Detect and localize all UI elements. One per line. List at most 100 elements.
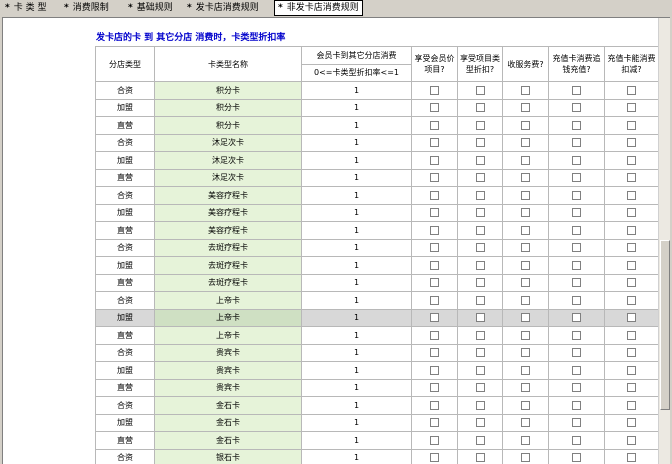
service-fee-checkbox-cell[interactable] <box>502 81 549 100</box>
recharge-deduct-checkbox[interactable] <box>627 155 636 165</box>
tab-consumption-limit[interactable]: * 消费限制 <box>61 1 112 15</box>
member-price-checkbox-cell[interactable] <box>411 98 458 117</box>
service-fee-checkbox-cell[interactable] <box>502 413 549 432</box>
card-name-cell[interactable]: 积分卡 <box>154 116 302 135</box>
member-price-checkbox[interactable] <box>430 260 439 270</box>
recharge-deduct-checkbox-cell[interactable] <box>604 203 659 222</box>
member-price-checkbox[interactable] <box>430 103 439 113</box>
member-price-checkbox[interactable] <box>430 400 439 410</box>
table-row[interactable]: 直营 去斑疗程卡 1 <box>95 273 659 292</box>
service-fee-checkbox[interactable] <box>521 190 530 200</box>
recharge-deduct-checkbox-cell[interactable] <box>604 168 659 187</box>
service-fee-checkbox-cell[interactable] <box>502 221 549 240</box>
service-fee-checkbox[interactable] <box>521 330 530 340</box>
item-discount-checkbox[interactable] <box>475 225 485 235</box>
item-discount-checkbox[interactable] <box>475 313 485 323</box>
service-fee-checkbox[interactable] <box>521 243 530 253</box>
recharge-track-checkbox[interactable] <box>572 155 581 165</box>
item-discount-checkbox-cell[interactable] <box>457 186 503 205</box>
discount-rate-cell[interactable]: 1 <box>301 361 412 380</box>
service-fee-checkbox[interactable] <box>521 155 530 165</box>
service-fee-checkbox[interactable] <box>521 85 530 95</box>
header-member-price[interactable]: 享受会员价项目? <box>411 46 458 82</box>
table-row[interactable]: 合资 去斑疗程卡 1 <box>95 238 659 257</box>
store-type-cell[interactable]: 合资 <box>95 396 155 415</box>
recharge-track-checkbox[interactable] <box>572 85 581 95</box>
recharge-track-checkbox[interactable] <box>572 243 581 253</box>
table-row[interactable]: 加盟 金石卡 1 <box>95 413 659 432</box>
item-discount-checkbox-cell[interactable] <box>457 256 503 275</box>
card-name-cell[interactable]: 沐足次卡 <box>154 151 302 170</box>
service-fee-checkbox[interactable] <box>521 208 530 218</box>
recharge-track-checkbox-cell[interactable] <box>548 361 605 380</box>
recharge-track-checkbox[interactable] <box>572 313 581 323</box>
member-price-checkbox[interactable] <box>430 155 439 165</box>
header-card-name[interactable]: 卡类型名称 <box>154 46 302 82</box>
table-row[interactable]: 加盟 上帝卡 1 <box>95 308 659 327</box>
table-row[interactable]: 直营 金石卡 1 <box>95 431 659 450</box>
service-fee-checkbox-cell[interactable] <box>502 168 549 187</box>
recharge-deduct-checkbox-cell[interactable] <box>604 308 659 327</box>
recharge-track-checkbox[interactable] <box>572 225 581 235</box>
service-fee-checkbox-cell[interactable] <box>502 361 549 380</box>
recharge-track-checkbox[interactable] <box>572 278 581 288</box>
service-fee-checkbox-cell[interactable] <box>502 151 549 170</box>
member-price-checkbox-cell[interactable] <box>411 151 458 170</box>
member-price-checkbox[interactable] <box>430 313 439 323</box>
member-price-checkbox-cell[interactable] <box>411 116 458 135</box>
member-price-checkbox-cell[interactable] <box>411 378 458 397</box>
card-name-cell[interactable]: 贵宾卡 <box>154 378 302 397</box>
store-type-cell[interactable]: 加盟 <box>95 256 155 275</box>
recharge-deduct-checkbox[interactable] <box>627 85 636 95</box>
service-fee-checkbox[interactable] <box>521 103 530 113</box>
member-price-checkbox[interactable] <box>430 295 439 305</box>
vertical-scrollbar[interactable] <box>658 18 670 464</box>
recharge-deduct-checkbox-cell[interactable] <box>604 413 659 432</box>
item-discount-checkbox[interactable] <box>475 120 485 130</box>
table-row[interactable]: 加盟 贵宾卡 1 <box>95 361 659 380</box>
service-fee-checkbox-cell[interactable] <box>502 291 549 310</box>
discount-rate-cell[interactable]: 1 <box>301 98 412 117</box>
card-name-cell[interactable]: 美容疗程卡 <box>154 186 302 205</box>
table-row[interactable]: 加盟 积分卡 1 <box>95 98 659 117</box>
store-type-cell[interactable]: 合资 <box>95 343 155 362</box>
card-name-cell[interactable]: 美容疗程卡 <box>154 221 302 240</box>
recharge-deduct-checkbox-cell[interactable] <box>604 378 659 397</box>
service-fee-checkbox[interactable] <box>521 400 530 410</box>
service-fee-checkbox[interactable] <box>521 435 530 445</box>
recharge-track-checkbox[interactable] <box>572 330 581 340</box>
recharge-deduct-checkbox-cell[interactable] <box>604 151 659 170</box>
recharge-track-checkbox-cell[interactable] <box>548 81 605 100</box>
header-store-type[interactable]: 分店类型 <box>95 46 155 82</box>
recharge-track-checkbox[interactable] <box>572 190 581 200</box>
recharge-track-checkbox-cell[interactable] <box>548 151 605 170</box>
member-price-checkbox[interactable] <box>430 85 439 95</box>
recharge-track-checkbox-cell[interactable] <box>548 308 605 327</box>
discount-rate-cell[interactable]: 1 <box>301 308 412 327</box>
service-fee-checkbox-cell[interactable] <box>502 256 549 275</box>
member-price-checkbox-cell[interactable] <box>411 221 458 240</box>
recharge-track-checkbox[interactable] <box>572 365 581 375</box>
discount-rate-cell[interactable]: 1 <box>301 448 412 464</box>
service-fee-checkbox[interactable] <box>521 138 530 148</box>
store-type-cell[interactable]: 直营 <box>95 431 155 450</box>
recharge-deduct-checkbox[interactable] <box>627 208 636 218</box>
service-fee-checkbox-cell[interactable] <box>502 326 549 345</box>
header-discount-bottom[interactable]: 0<=卡类型折扣率<=1 <box>301 63 412 82</box>
recharge-track-checkbox-cell[interactable] <box>548 448 605 464</box>
service-fee-checkbox-cell[interactable] <box>502 116 549 135</box>
store-type-cell[interactable]: 加盟 <box>95 203 155 222</box>
item-discount-checkbox-cell[interactable] <box>457 361 503 380</box>
service-fee-checkbox-cell[interactable] <box>502 186 549 205</box>
item-discount-checkbox[interactable] <box>475 85 485 95</box>
store-type-cell[interactable]: 合资 <box>95 186 155 205</box>
card-name-cell[interactable]: 上帝卡 <box>154 326 302 345</box>
recharge-deduct-checkbox-cell[interactable] <box>604 291 659 310</box>
recharge-track-checkbox-cell[interactable] <box>548 273 605 292</box>
member-price-checkbox[interactable] <box>430 173 439 183</box>
item-discount-checkbox[interactable] <box>475 383 485 393</box>
member-price-checkbox[interactable] <box>430 348 439 358</box>
service-fee-checkbox[interactable] <box>521 383 530 393</box>
recharge-track-checkbox[interactable] <box>572 173 581 183</box>
recharge-deduct-checkbox[interactable] <box>627 173 636 183</box>
